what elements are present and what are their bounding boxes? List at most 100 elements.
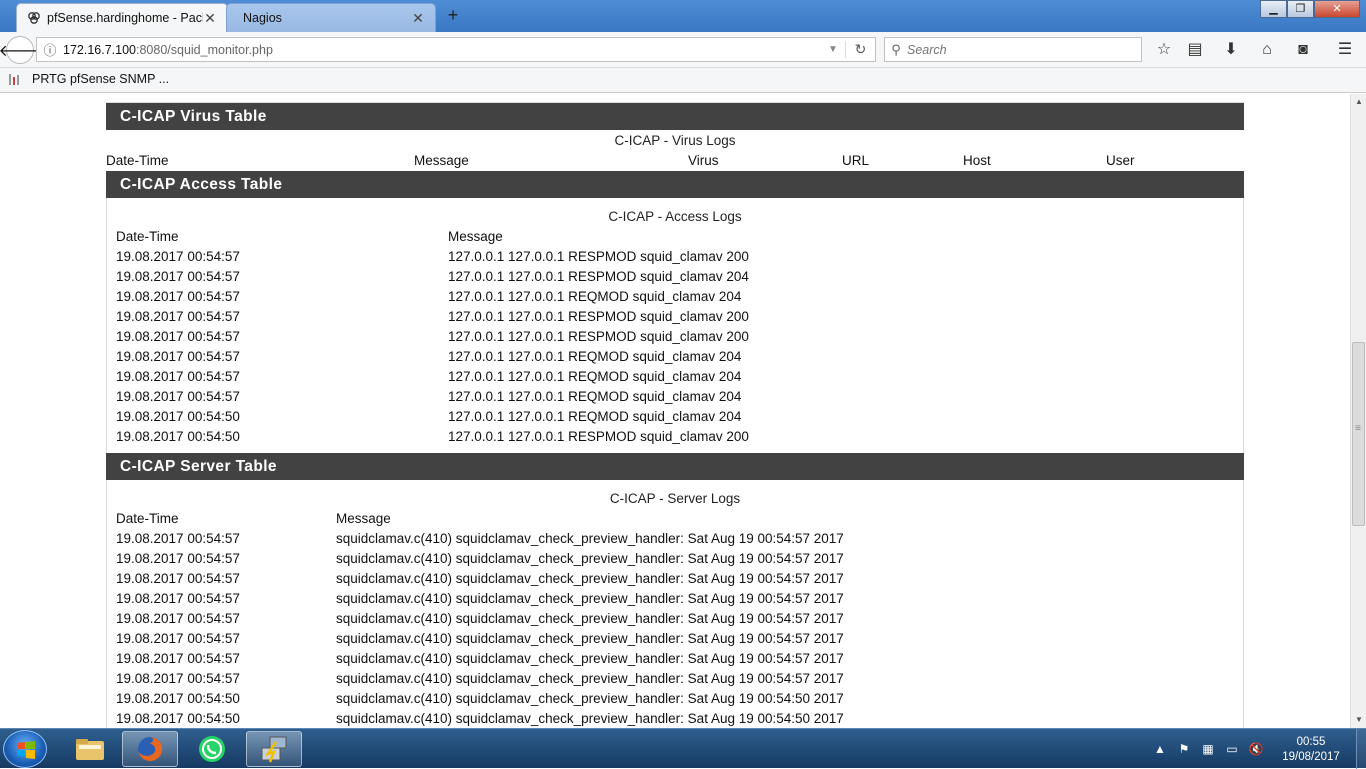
taskbar-network-tool[interactable] <box>246 731 302 767</box>
tab-bar: pfSense.hardinghome - Package ✕ Nagios ✕… <box>0 0 1366 32</box>
log-row-datetime: 19.08.2017 00:54:57 <box>116 329 240 344</box>
bookmark-star-icon[interactable]: ☆ <box>1153 40 1175 62</box>
log-row-datetime: 19.08.2017 00:54:57 <box>116 269 240 284</box>
network-computer-icon <box>261 736 287 763</box>
log-row-message: 127.0.0.1 127.0.0.1 REQMOD squid_clamav … <box>448 369 742 384</box>
log-row-message: squidclamav.c(410) squidclamav_check_pre… <box>336 691 844 706</box>
tab-close-icon[interactable]: ✕ <box>411 10 425 27</box>
access-logs-caption: C-ICAP - Access Logs <box>608 209 742 224</box>
log-row-message: squidclamav.c(410) squidclamav_check_pre… <box>336 611 844 626</box>
url-dropdown-icon[interactable]: ▼ <box>821 44 845 55</box>
taskbar-whatsapp[interactable] <box>184 731 240 767</box>
site-info-icon[interactable]: ⓘ <box>37 40 63 59</box>
log-row-message: 127.0.0.1 127.0.0.1 RESPMOD squid_clamav… <box>448 249 749 264</box>
firefox-icon <box>138 736 163 761</box>
window-minimize-button[interactable]: ▁ <box>1260 0 1287 18</box>
window-maximize-button[interactable]: ❐ <box>1287 0 1314 18</box>
server-logs-caption: C-ICAP - Server Logs <box>609 491 741 506</box>
show-desktop-button[interactable] <box>1356 729 1366 769</box>
search-icon: ⚲ <box>891 41 901 57</box>
taskbar-explorer[interactable] <box>62 731 118 767</box>
page-viewport: C-ICAP Virus Table C-ICAP - Virus Logs D… <box>0 94 1350 728</box>
pfsense-favicon-icon <box>28 12 40 24</box>
log-row-message: 127.0.0.1 127.0.0.1 RESPMOD squid_clamav… <box>448 429 749 444</box>
log-row-datetime: 19.08.2017 00:54:57 <box>116 389 240 404</box>
virus-col-url: URL <box>842 153 870 168</box>
virus-col-host: Host <box>963 153 991 168</box>
log-row-datetime: 19.08.2017 00:54:57 <box>116 309 240 324</box>
scroll-up-icon[interactable]: ▲ <box>1351 94 1366 110</box>
reload-icon[interactable]: ↻ <box>845 41 875 58</box>
log-row-datetime: 19.08.2017 00:54:50 <box>116 711 240 726</box>
access-col-message: Message <box>448 229 503 244</box>
tray-expand-icon[interactable]: ▲ <box>1152 742 1168 758</box>
log-row-message: 127.0.0.1 127.0.0.1 RESPMOD squid_clamav… <box>448 309 749 324</box>
log-row-message: squidclamav.c(410) squidclamav_check_pre… <box>336 591 844 606</box>
volume-muted-icon[interactable]: 🔇 <box>1248 742 1264 758</box>
virus-logs-caption: C-ICAP - Virus Logs <box>614 133 736 148</box>
search-bar[interactable]: ⚲ <box>884 37 1142 62</box>
whatsapp-icon <box>199 736 225 762</box>
server-col-datetime: Date-Time <box>116 511 179 526</box>
log-row-datetime: 19.08.2017 00:54:57 <box>116 531 240 546</box>
search-input[interactable] <box>907 42 1141 57</box>
bookmark-prtg[interactable]: PRTG pfSense SNMP ... <box>8 72 169 86</box>
tab-close-icon[interactable]: ✕ <box>203 10 217 27</box>
downloads-icon[interactable]: ⬇ <box>1220 40 1242 62</box>
log-row-message: 127.0.0.1 127.0.0.1 RESPMOD squid_clamav… <box>448 269 749 284</box>
windows-logo-icon <box>17 741 35 759</box>
tab-title: Nagios <box>243 11 282 25</box>
log-row-message: squidclamav.c(410) squidclamav_check_pre… <box>336 671 844 686</box>
clock-time: 00:55 <box>1296 736 1326 748</box>
tab-nagios[interactable]: Nagios ✕ <box>226 3 436 32</box>
log-row-datetime: 19.08.2017 00:54:57 <box>116 591 240 606</box>
log-row-datetime: 19.08.2017 00:54:50 <box>116 691 240 706</box>
bookmark-label: PRTG pfSense SNMP ... <box>32 72 170 86</box>
pocket-icon[interactable]: ◙ <box>1292 40 1314 62</box>
log-row-message: squidclamav.c(410) squidclamav_check_pre… <box>336 651 844 666</box>
network-tray-icon[interactable]: ▭ <box>1224 742 1240 758</box>
url-text[interactable]: 172.16.7.100:8080/squid_monitor.php <box>63 43 821 57</box>
virus-col-user: User <box>1106 153 1135 168</box>
virus-table-header: C-ICAP Virus Table <box>106 103 1244 130</box>
virus-col-datetime: Date-Time <box>106 153 169 168</box>
tray-device-icon[interactable]: ▦ <box>1200 742 1216 758</box>
page-scrollbar[interactable]: ▲ ▼ <box>1350 94 1366 728</box>
url-path: :8080/squid_monitor.php <box>136 42 273 57</box>
log-row-datetime: 19.08.2017 00:54:50 <box>116 409 240 424</box>
taskbar-firefox[interactable] <box>122 731 178 767</box>
navigation-toolbar: 🡐 ⓘ 172.16.7.100:8080/squid_monitor.php … <box>0 32 1366 68</box>
new-tab-button[interactable]: + <box>444 6 462 26</box>
log-row-message: 127.0.0.1 127.0.0.1 REQMOD squid_clamav … <box>448 349 742 364</box>
log-row-datetime: 19.08.2017 00:54:50 <box>116 429 240 444</box>
url-bar[interactable]: ⓘ 172.16.7.100:8080/squid_monitor.php ▼ … <box>36 37 876 62</box>
log-row-datetime: 19.08.2017 00:54:57 <box>116 349 240 364</box>
scroll-thumb[interactable] <box>1352 342 1365 526</box>
log-row-datetime: 19.08.2017 00:54:57 <box>116 651 240 666</box>
log-row-message: squidclamav.c(410) squidclamav_check_pre… <box>336 531 844 546</box>
scroll-down-icon[interactable]: ▼ <box>1351 712 1366 728</box>
windows-taskbar: ▲ ⚑ ▦ ▭ 🔇 00:55 19/08/2017 <box>0 728 1366 769</box>
log-row-message: squidclamav.c(410) squidclamav_check_pre… <box>336 631 844 646</box>
log-row-message: 127.0.0.1 127.0.0.1 REQMOD squid_clamav … <box>448 389 742 404</box>
virus-col-virus: Virus <box>688 153 719 168</box>
reading-list-icon[interactable]: ▤ <box>1184 40 1206 62</box>
menu-icon[interactable]: ☰ <box>1334 40 1356 62</box>
minimize-icon: ▁ <box>1269 3 1278 15</box>
home-icon[interactable]: ⌂ <box>1256 40 1278 62</box>
close-icon: ✕ <box>1332 3 1342 15</box>
window-close-button[interactable]: ✕ <box>1314 0 1360 18</box>
access-table-header: C-ICAP Access Table <box>106 171 1244 198</box>
action-center-flag-icon[interactable]: ⚑ <box>1176 742 1192 758</box>
start-button[interactable] <box>3 730 47 768</box>
log-row-message: squidclamav.c(410) squidclamav_check_pre… <box>336 711 844 726</box>
log-row-message: 127.0.0.1 127.0.0.1 REQMOD squid_clamav … <box>448 289 742 304</box>
back-button[interactable]: 🡐 <box>0 36 41 64</box>
taskbar-clock[interactable]: 00:55 19/08/2017 <box>1272 735 1350 765</box>
virus-col-message: Message <box>414 153 469 168</box>
log-row-message: squidclamav.c(410) squidclamav_check_pre… <box>336 551 844 566</box>
log-row-datetime: 19.08.2017 00:54:57 <box>116 611 240 626</box>
log-row-message: 127.0.0.1 127.0.0.1 RESPMOD squid_clamav… <box>448 329 749 344</box>
tab-pfsense[interactable]: pfSense.hardinghome - Package ✕ <box>16 3 228 32</box>
log-row-datetime: 19.08.2017 00:54:57 <box>116 631 240 646</box>
